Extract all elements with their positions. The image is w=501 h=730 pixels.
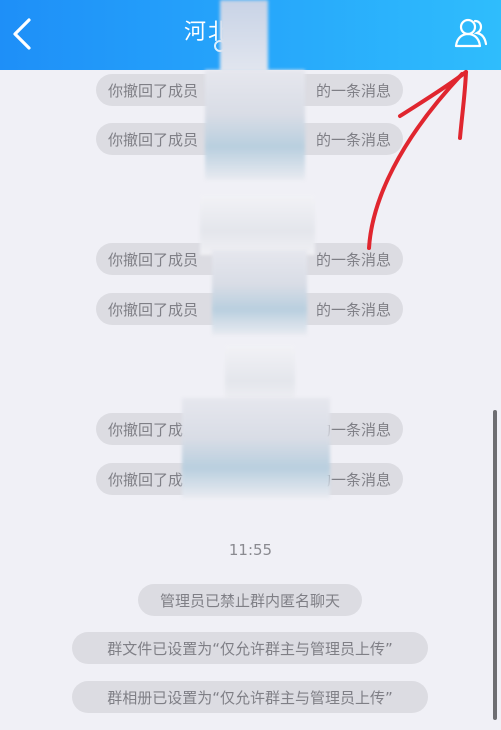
mosaic-blur xyxy=(220,0,268,72)
system-notice: 群相册已设置为“仅允许群主与管理员上传” xyxy=(72,681,428,713)
recall-notice-prefix: 你撤回了成员 xyxy=(108,300,199,319)
system-notice: 管理员已禁止群内匿名聊天 xyxy=(138,584,362,616)
recall-notice-prefix: 你撤回了成员 xyxy=(108,250,199,269)
chevron-left-icon xyxy=(13,18,31,50)
recall-notice-suffix: 的一条消息 xyxy=(315,250,391,269)
mosaic-blur xyxy=(205,70,305,180)
recall-notice-suffix: 的一条消息 xyxy=(315,81,391,100)
recall-notice-prefix: 你撤回了成员 xyxy=(108,81,199,100)
group-members-button[interactable] xyxy=(451,13,491,53)
mosaic-blur xyxy=(225,345,295,405)
system-notice: 群文件已设置为“仅允许群主与管理员上传” xyxy=(72,632,428,664)
scrollbar[interactable] xyxy=(493,410,497,720)
back-button[interactable] xyxy=(6,14,38,54)
mosaic-blur xyxy=(200,195,315,255)
recall-notice-prefix: 你撤回了成员 xyxy=(108,130,199,149)
group-members-icon xyxy=(454,18,488,48)
recall-notice-suffix: 的一条消息 xyxy=(315,130,391,149)
message-timestamp: 11:55 xyxy=(228,541,273,559)
mosaic-blur xyxy=(212,250,307,335)
mosaic-blur xyxy=(182,398,330,498)
recall-notice-suffix: 的一条消息 xyxy=(315,300,391,319)
